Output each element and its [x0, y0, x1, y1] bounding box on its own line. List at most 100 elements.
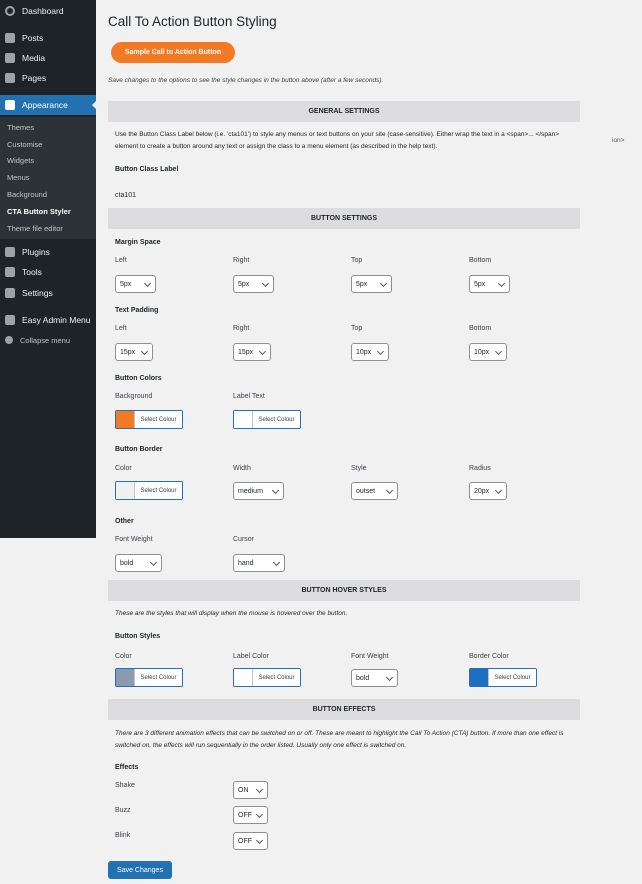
padding-right-select[interactable]: 15px: [233, 343, 271, 361]
color-swatch: [116, 411, 135, 428]
select-value: 10px: [474, 348, 490, 356]
submenu-cta-button-styler[interactable]: CTA Button Styler: [7, 207, 71, 216]
chevron-down-icon: [271, 486, 280, 495]
label-text-color-label: Label Text: [233, 393, 265, 400]
appearance-submenu: Themes Customise Widgets Menus Backgroun…: [0, 117, 96, 239]
general-settings-heading: GENERAL SETTINGS: [108, 101, 580, 122]
menu-easy-admin-menu[interactable]: Easy Admin Menu: [0, 310, 96, 330]
hover-font-weight-label: Font Weight: [351, 653, 389, 660]
save-changes-button[interactable]: Save Changes: [108, 861, 172, 879]
select-colour-text: Select Colour: [253, 411, 300, 428]
border-style-label: Style: [351, 465, 367, 472]
border-color-picker[interactable]: Select Colour: [115, 481, 183, 500]
hover-border-color-label: Border Color: [469, 653, 509, 660]
select-value: ON: [238, 786, 249, 794]
submenu-themes[interactable]: Themes: [7, 123, 34, 132]
border-radius-select[interactable]: 20px: [469, 482, 507, 500]
menu-label: Plugins: [22, 247, 50, 257]
hover-description: These are the styles that will display w…: [115, 610, 348, 617]
margin-right-label: Right: [233, 257, 250, 264]
margin-bottom-select[interactable]: 5px: [469, 275, 510, 293]
select-value: OFF: [238, 837, 252, 845]
menu-dashboard[interactable]: Dashboard: [0, 1, 96, 21]
general-description: Use the Button Class Label below (i.e. '…: [115, 131, 559, 150]
select-value: bold: [120, 559, 134, 567]
chevron-down-icon: [497, 279, 506, 288]
blink-select[interactable]: OFF: [233, 832, 268, 850]
select-colour-text: Select Colour: [135, 669, 182, 686]
effects-description: There are 3 different animation effects …: [115, 730, 564, 749]
margin-space-title: Margin Space: [115, 239, 161, 246]
media-icon: [5, 53, 15, 63]
background-color-label: Background: [115, 393, 153, 400]
border-radius-label: Radius: [469, 465, 491, 472]
color-swatch: [234, 669, 253, 686]
stray-text: ion>: [612, 137, 625, 144]
submenu-theme-file-editor[interactable]: Theme file editor: [7, 224, 63, 233]
margin-bottom-label: Bottom: [469, 257, 492, 264]
menu-label: Posts: [22, 33, 44, 43]
menu-label: Easy Admin Menu: [22, 315, 91, 325]
menu-media[interactable]: Media: [0, 48, 96, 68]
menu-label: Collapse menu: [20, 335, 71, 345]
submenu-customise[interactable]: Customise: [7, 140, 42, 149]
menu-label: Settings: [22, 288, 53, 298]
hover-label-color-label: Label Color: [233, 653, 269, 660]
collapse-icon: [5, 336, 13, 344]
pin-icon: [5, 33, 15, 43]
button-effects-heading: BUTTON EFFECTS: [108, 699, 580, 720]
select-value: 5px: [356, 280, 368, 288]
submenu-widgets[interactable]: Widgets: [7, 156, 34, 165]
save-note: Save changes to the options to see the s…: [108, 77, 384, 84]
shake-select[interactable]: ON: [233, 781, 268, 799]
padding-top-label: Top: [351, 325, 363, 332]
chevron-down-icon: [143, 279, 152, 288]
bolt-icon: [5, 315, 15, 325]
hover-label-color-picker[interactable]: Select Colour: [233, 668, 301, 687]
submenu-background[interactable]: Background: [7, 190, 47, 199]
menu-plugins[interactable]: Plugins: [0, 242, 96, 262]
margin-left-select[interactable]: 5px: [115, 275, 156, 293]
select-value: bold: [356, 674, 370, 682]
button-settings-heading: BUTTON SETTINGS: [108, 208, 580, 229]
padding-bottom-select[interactable]: 10px: [469, 343, 507, 361]
label-text-color-picker[interactable]: Select Colour: [233, 410, 301, 429]
menu-pages[interactable]: Pages: [0, 68, 96, 88]
margin-right-select[interactable]: 5px: [233, 275, 274, 293]
hover-border-color-picker[interactable]: Select Colour: [469, 668, 537, 687]
background-color-picker[interactable]: Select Colour: [115, 410, 183, 429]
buzz-select[interactable]: OFF: [233, 806, 268, 824]
margin-top-select[interactable]: 5px: [351, 275, 392, 293]
hover-color-picker[interactable]: Select Colour: [115, 668, 183, 687]
select-value: 20px: [474, 487, 490, 495]
font-weight-label: Font Weight: [115, 536, 153, 543]
menu-collapse[interactable]: Collapse menu: [0, 330, 96, 350]
font-weight-select[interactable]: bold: [115, 554, 162, 572]
select-value: 5px: [120, 280, 132, 288]
border-style-select[interactable]: outset: [351, 482, 398, 500]
menu-settings[interactable]: Settings: [0, 283, 96, 303]
menu-label: Appearance: [22, 100, 68, 110]
chevron-down-icon: [494, 486, 503, 495]
padding-left-label: Left: [115, 325, 127, 332]
chevron-down-icon: [258, 347, 267, 356]
padding-left-select[interactable]: 15px: [115, 343, 153, 361]
sample-cta-button[interactable]: Sample Call to Action Button: [111, 42, 235, 63]
select-value: 5px: [474, 280, 486, 288]
chevron-down-icon: [261, 279, 270, 288]
chevron-down-icon: [255, 785, 264, 794]
submenu-menus[interactable]: Menus: [7, 173, 30, 182]
menu-tools[interactable]: Tools: [0, 262, 96, 282]
border-color-label: Color: [115, 465, 132, 472]
border-width-select[interactable]: medium: [233, 482, 284, 500]
chevron-down-icon: [255, 810, 264, 819]
padding-top-select[interactable]: 10px: [351, 343, 389, 361]
select-colour-text: Select Colour: [135, 482, 182, 499]
menu-posts[interactable]: Posts: [0, 28, 96, 48]
menu-appearance[interactable]: Appearance: [0, 95, 96, 115]
chevron-down-icon: [379, 279, 388, 288]
cursor-select[interactable]: hand: [233, 554, 285, 572]
button-border-title: Button Border: [115, 446, 163, 453]
hover-font-weight-select[interactable]: bold: [351, 669, 398, 687]
chevron-down-icon: [494, 347, 503, 356]
